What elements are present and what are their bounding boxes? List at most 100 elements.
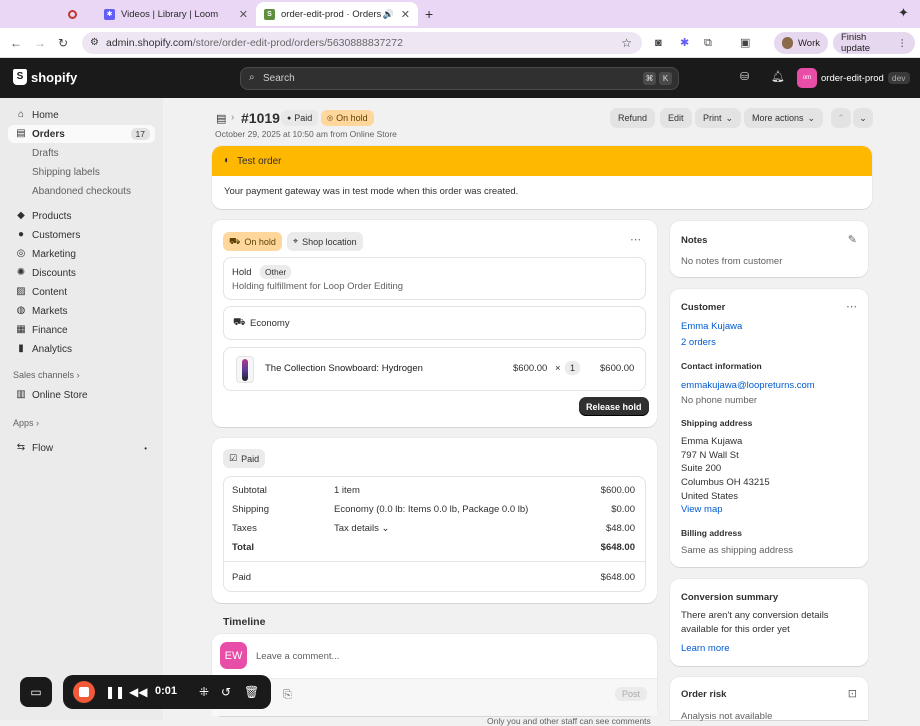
browser-tab-orders[interactable]: S order-edit-prod · Orders 🔊 ✕ [256, 2, 418, 26]
sidebar-item-abandoned-checkouts[interactable]: Abandoned checkouts [8, 182, 155, 200]
bank-icon: ▦ [16, 324, 26, 335]
new-tab-button[interactable]: + [425, 6, 433, 22]
finish-update-label: Finish update [841, 32, 871, 54]
more-actions-button[interactable]: More actions ⌄ [744, 108, 824, 128]
site-info-icon[interactable]: ⚙ [90, 37, 99, 48]
sidebar-label: Customers [32, 229, 81, 241]
grid-icon[interactable]: ⁜ [199, 685, 209, 699]
refund-button[interactable]: Refund [610, 108, 656, 128]
store-avatar: om [797, 68, 817, 88]
sidebar-item-flow[interactable]: ⇆ Flow • [8, 439, 155, 457]
sidebar-item-marketing[interactable]: ◎ Marketing [8, 245, 155, 263]
apps-heading[interactable]: Apps › [13, 418, 39, 428]
chevron-up-icon: ⌃ [837, 112, 845, 123]
comment-input[interactable]: Leave a comment... [256, 651, 339, 662]
risk-report-icon[interactable]: ⊡ [848, 687, 857, 700]
shortcut-key: K [659, 72, 672, 85]
learn-more-link[interactable]: Learn more [681, 643, 730, 654]
back-icon[interactable]: ← [10, 36, 22, 50]
speaker-icon[interactable]: 🔊 [383, 9, 394, 20]
orders-inbox-icon[interactable]: ▤ [216, 112, 226, 125]
sidebar-item-orders[interactable]: ▤ Orders 17 [8, 125, 155, 143]
sidebar-item-markets[interactable]: ◍ Markets [8, 302, 155, 320]
browser-tab-loom[interactable]: ✱ Videos | Library | Loom ✕ [96, 2, 256, 26]
gemini-icon[interactable]: ✦ [898, 5, 909, 21]
sidebar-item-finance[interactable]: ▦ Finance [8, 321, 155, 339]
extensions-icon[interactable]: ⧉ [704, 36, 712, 50]
comment-visibility-note: Only you and other staff can see comment… [487, 716, 651, 726]
store-switcher[interactable]: om order-edit-prod dev [797, 68, 910, 88]
times-sign: × [555, 363, 561, 374]
customer-email-link[interactable]: emmakujawa@loopreturns.com [681, 380, 815, 391]
button-label: Refund [618, 113, 648, 123]
hold-note: Holding fulfillment for Loop Order Editi… [232, 281, 404, 292]
pause-icon[interactable]: ❚❚ [105, 685, 125, 699]
print-button[interactable]: Print ⌄ [695, 108, 742, 128]
tax-details-toggle[interactable]: Tax details ⌄ [334, 523, 390, 534]
subtotal-amount: $600.00 [600, 485, 635, 496]
browser-tab-recording[interactable] [60, 2, 96, 26]
next-order-button[interactable]: ⌄ [853, 108, 873, 128]
on-hold-badge: ⛟ On hold [223, 232, 282, 251]
browser-toolbar: ← → ↻ ⚙ admin.shopify.com/store/order-ed… [0, 28, 920, 58]
sales-channels-heading[interactable]: Sales channels › [13, 370, 80, 380]
product-thumbnail[interactable] [236, 356, 254, 383]
pencil-icon[interactable]: ✎ [848, 233, 857, 246]
stop-recording-button[interactable] [73, 681, 95, 703]
inbox-icon: ▤ [16, 128, 26, 139]
button-label: Release hold [586, 401, 642, 412]
close-icon[interactable]: ✕ [401, 8, 410, 21]
order-risk-title: Order risk [681, 689, 727, 700]
post-button[interactable]: Post [615, 687, 648, 701]
finish-update-button[interactable]: Finish update ⋮ [833, 32, 915, 54]
tab-search-icon[interactable]: ▣ [740, 36, 750, 50]
shipping-desc: Economy (0.0 lb: Items 0.0 lb, Package 0… [334, 504, 529, 515]
loom-extension-icon[interactable]: ✱ [680, 36, 689, 50]
bell-icon[interactable]: 🔔︎ [771, 70, 785, 83]
search-input[interactable]: ⌕ Search ⌘ K [240, 67, 679, 90]
database-icon[interactable]: ⛁ [740, 70, 749, 83]
camera-icon[interactable]: ◙ [655, 36, 662, 50]
bookmark-star-icon[interactable]: ☆ [621, 36, 632, 50]
rewind-icon[interactable]: ◀◀ [129, 685, 147, 699]
video-camera-icon: ▭ [30, 685, 42, 699]
edit-button[interactable]: Edit [660, 108, 692, 128]
more-options-icon[interactable]: ⋯ [630, 233, 641, 246]
sidebar-item-home[interactable]: ⌂ Home [8, 106, 155, 124]
shipping-method: Economy [250, 318, 290, 329]
reload-icon[interactable]: ↻ [58, 36, 68, 50]
chevron-down-icon: ⌄ [807, 112, 816, 123]
attachment-icon[interactable]: ⎘ [283, 689, 292, 702]
previous-order-button[interactable]: ⌃ [831, 108, 851, 128]
record-icon [68, 9, 77, 19]
profile-label: Work [798, 37, 820, 49]
loom-camera-button[interactable]: ▭ [20, 677, 52, 707]
sidebar-item-products[interactable]: ◆ Products [8, 207, 155, 225]
customer-orders-link[interactable]: 2 orders [681, 337, 716, 348]
more-options-icon[interactable]: ⋯ [846, 300, 857, 313]
tab-label: order-edit-prod · Orders [281, 8, 382, 20]
profile-button[interactable]: Work [774, 32, 828, 54]
address-bar[interactable]: ⚙ admin.shopify.com/store/order-edit-pro… [82, 32, 642, 54]
product-name[interactable]: The Collection Snowboard: Hydrogen [265, 363, 423, 374]
release-hold-button[interactable]: Release hold [579, 397, 649, 416]
sidebar-item-content[interactable]: ▨ Content [8, 283, 155, 301]
trash-icon[interactable]: 🗑︎ [244, 685, 259, 699]
restart-icon[interactable]: ↺ [221, 685, 231, 699]
shopify-logo[interactable]: S shopify [13, 69, 77, 85]
customer-name-link[interactable]: Emma Kujawa [681, 321, 742, 332]
sidebar-item-drafts[interactable]: Drafts [8, 144, 155, 162]
loom-favicon-icon: ✱ [104, 8, 115, 20]
sidebar: ⌂ Home ▤ Orders 17 Drafts Shipping labels A… [0, 98, 163, 720]
forward-icon[interactable]: → [34, 36, 46, 50]
sidebar-item-online-store[interactable]: ▥ Online Store [8, 386, 155, 404]
close-icon[interactable]: ✕ [239, 8, 248, 21]
address-line: Columbus OH 43215 [681, 477, 770, 488]
sidebar-item-discounts[interactable]: ✺ Discounts [8, 264, 155, 282]
sidebar-item-customers[interactable]: ● Customers [8, 226, 155, 244]
url-host: admin.shopify.com [106, 37, 193, 49]
sidebar-item-shipping-labels[interactable]: Shipping labels [8, 163, 155, 181]
sidebar-item-analytics[interactable]: ▮ Analytics [8, 340, 155, 358]
breadcrumb-chevron-icon: › [231, 112, 235, 123]
view-map-link[interactable]: View map [681, 504, 723, 515]
